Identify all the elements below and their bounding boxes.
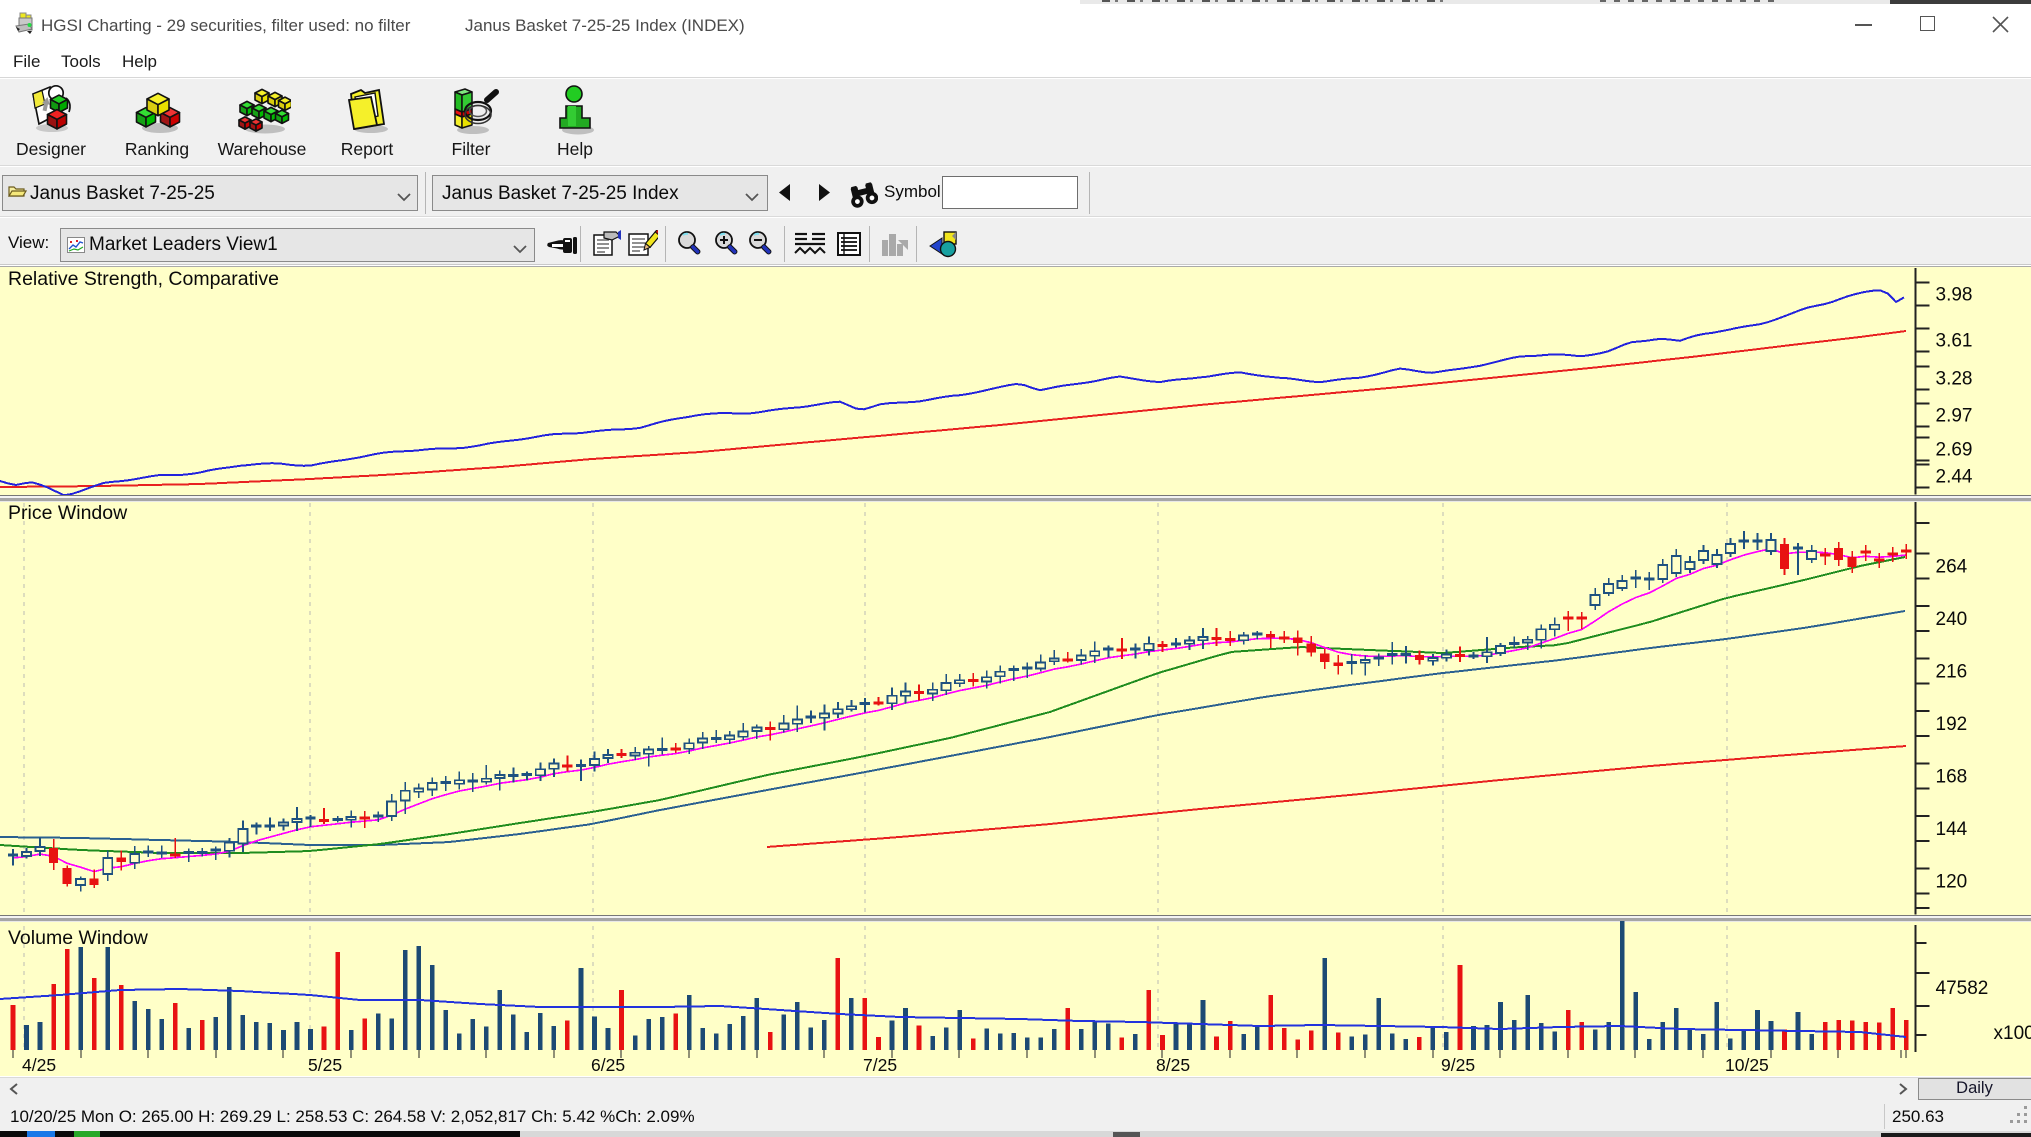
svg-text:144: 144 — [1936, 819, 1968, 840]
svg-text:47582: 47582 — [1936, 978, 1989, 999]
svg-text:2.44: 2.44 — [1936, 467, 1973, 488]
svg-text:5/25: 5/25 — [308, 1055, 342, 1075]
svg-text:2.69: 2.69 — [1936, 440, 1973, 461]
svg-text:9/25: 9/25 — [1441, 1055, 1475, 1075]
svg-text:192: 192 — [1936, 714, 1968, 735]
svg-text:2.97: 2.97 — [1936, 406, 1973, 427]
svg-text:Relative Strength, Comparative: Relative Strength, Comparative — [8, 268, 279, 290]
svg-text:x100: x100 — [1994, 1023, 2031, 1044]
svg-text:216: 216 — [1936, 662, 1968, 683]
svg-text:6/25: 6/25 — [591, 1055, 625, 1075]
svg-text:168: 168 — [1936, 767, 1968, 788]
svg-text:7/25: 7/25 — [863, 1055, 897, 1075]
svg-text:8/25: 8/25 — [1156, 1055, 1190, 1075]
svg-text:3.28: 3.28 — [1936, 369, 1973, 390]
svg-text:3.98: 3.98 — [1936, 285, 1973, 306]
svg-text:4/25: 4/25 — [22, 1055, 56, 1075]
svg-text:10/25: 10/25 — [1725, 1055, 1769, 1075]
svg-text:3.61: 3.61 — [1936, 331, 1973, 352]
svg-text:120: 120 — [1936, 872, 1968, 893]
svg-text:Volume Window: Volume Window — [8, 927, 149, 949]
svg-text:240: 240 — [1936, 609, 1968, 630]
svg-text:Price Window: Price Window — [8, 502, 128, 524]
svg-text:264: 264 — [1936, 557, 1968, 578]
